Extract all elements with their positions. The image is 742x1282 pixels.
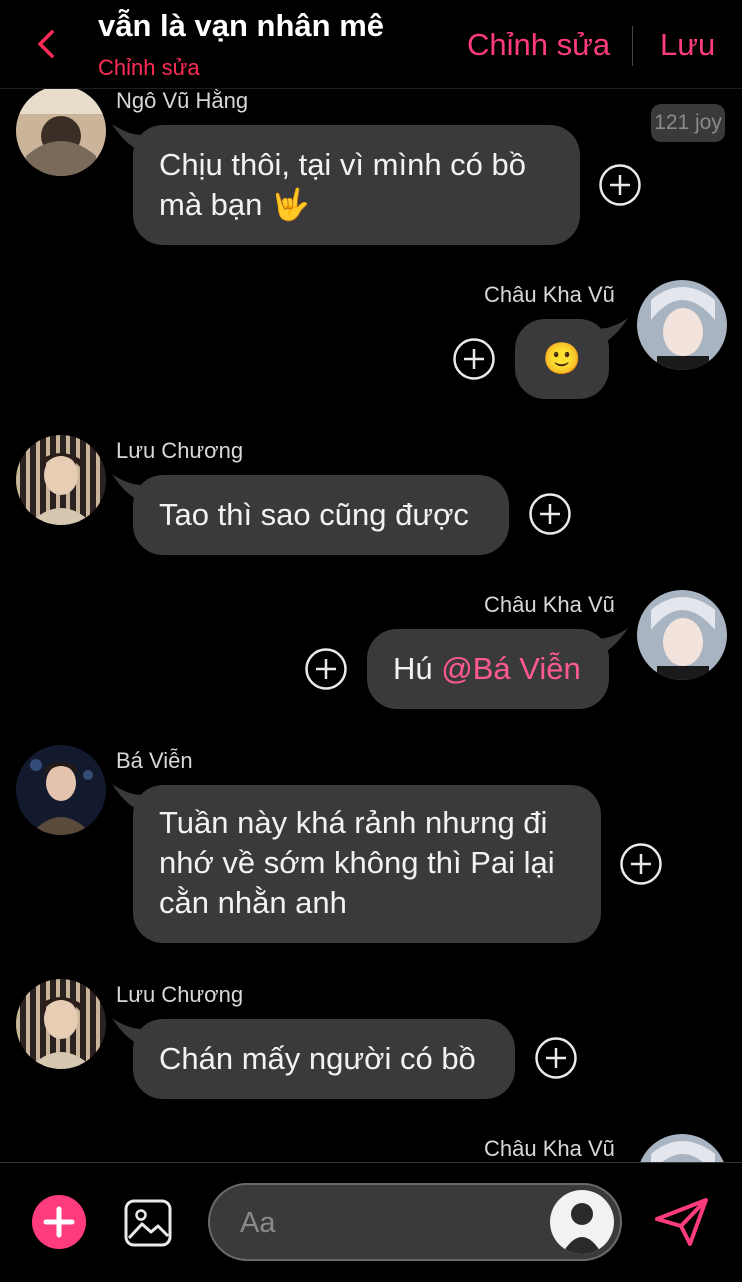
composer-bar [0,1162,742,1282]
chat-title: vẫn là vạn nhân mê [98,8,384,43]
edit-button[interactable]: Chỉnh sửa [467,27,610,63]
add-reaction-icon[interactable] [453,338,495,380]
message-text: nhớ về sớm không thì Pai lại [159,845,555,880]
sender-name: Lưu Chương [116,438,244,463]
save-button[interactable]: Lưu [660,27,715,63]
avatar-chau-kha-vu[interactable] [637,590,727,680]
chat-header: vẫn là vạn nhân mê Chỉnh sửa Chỉnh sửa L… [0,0,742,89]
sender-name: Châu Kha Vũ [484,1136,615,1161]
send-icon[interactable] [654,1197,710,1247]
header-divider [632,26,633,66]
message-bubble[interactable]: Chịu thôi, tại vì mình có bồ mà bạn 🤟 [133,125,580,245]
sender-name: Châu Kha Vũ [484,282,615,307]
avatar-ngo-vu-hang[interactable] [16,88,106,176]
add-reaction-icon[interactable] [599,164,641,206]
message-bubble[interactable]: Chán mấy người có bồ [133,1019,515,1099]
avatar-chau-kha-vu[interactable] [637,1134,727,1162]
message-text: cằn nhằn anh [159,885,347,920]
user-avatar-icon[interactable] [550,1190,614,1254]
sender-name: Bá Viễn [116,748,193,773]
message-bubble[interactable]: Hú @Bá Viễn [367,629,609,709]
mention-tag[interactable]: @Bá Viễn [441,651,581,686]
message-text: Chịu thôi, tại vì mình có bồ [159,147,527,182]
message-bubble[interactable]: 🙂 [515,319,609,399]
sender-name: Lưu Chương [116,982,244,1007]
avatar-luu-chuong[interactable] [16,979,106,1069]
avatar-chau-kha-vu[interactable] [637,280,727,370]
chat-subtitle[interactable]: Chỉnh sửa [98,55,200,81]
message-list[interactable]: Ngô Vũ Hằng 121 joy Chịu thôi, tại vì mì… [0,88,742,1162]
avatar-luu-chuong[interactable] [16,435,106,525]
avatar-ba-vien[interactable] [16,745,106,835]
plus-icon [43,1206,75,1238]
message-input-wrapper [208,1183,622,1261]
message-text: Hú [393,651,442,686]
message-text: mà bạn 🤟 [159,187,310,222]
message-bubble[interactable]: Tuần này khá rảnh nhưng đi nhớ về sớm kh… [133,785,601,943]
add-reaction-icon[interactable] [305,648,347,690]
sender-name: Châu Kha Vũ [484,592,615,617]
add-reaction-icon[interactable] [535,1037,577,1079]
add-reaction-icon[interactable] [529,493,571,535]
message-bubble[interactable]: Tao thì sao cũng được [133,475,509,555]
message-input[interactable] [238,1185,542,1261]
back-chevron-icon[interactable] [30,26,66,62]
rock-on-emoji: 🤟 [271,187,310,222]
message-text: Tuần này khá rảnh nhưng đi [159,805,548,840]
add-reaction-icon[interactable] [620,843,662,885]
add-attachment-button[interactable] [32,1195,86,1249]
image-gallery-icon[interactable] [123,1198,173,1248]
sender-name: Ngô Vũ Hằng [116,88,249,113]
joy-badge: 121 joy [651,104,725,142]
